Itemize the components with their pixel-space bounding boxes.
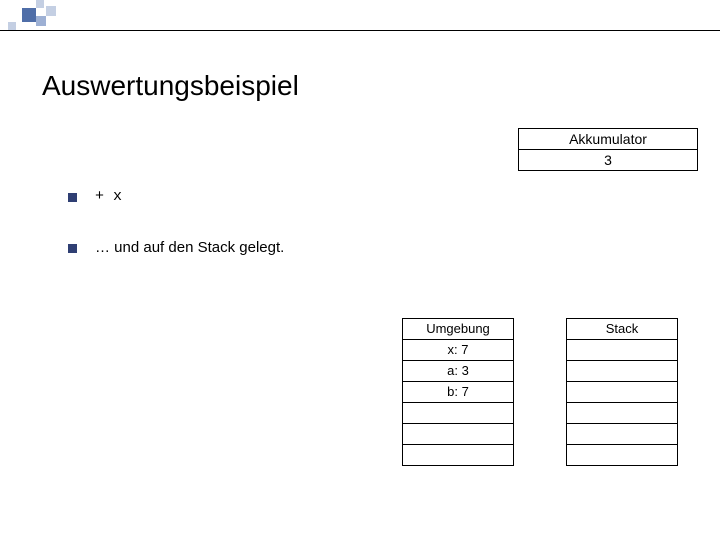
stack-row bbox=[567, 340, 677, 361]
bullet-text: … und auf den Stack gelegt. bbox=[95, 239, 284, 256]
environment-row bbox=[403, 403, 513, 424]
corner-decoration bbox=[0, 0, 150, 40]
bullet-item: + x bbox=[68, 188, 284, 205]
environment-header: Umgebung bbox=[403, 319, 513, 340]
slide: Auswertungsbeispiel Akkumulator 3 + x … … bbox=[0, 0, 720, 540]
accumulator-label: Akkumulator bbox=[519, 129, 697, 150]
stack-row bbox=[567, 382, 677, 403]
stack-box: Stack bbox=[566, 318, 678, 466]
bullet-item: … und auf den Stack gelegt. bbox=[68, 239, 284, 256]
bullet-text: + x bbox=[95, 188, 122, 205]
bullet-square-icon bbox=[68, 244, 77, 253]
environment-row bbox=[403, 424, 513, 445]
stack-row bbox=[567, 403, 677, 424]
environment-row: x: 7 bbox=[403, 340, 513, 361]
accumulator-box: Akkumulator 3 bbox=[518, 128, 698, 171]
stack-row bbox=[567, 361, 677, 382]
environment-box: Umgebung x: 7 a: 3 b: 7 bbox=[402, 318, 514, 466]
horizontal-rule bbox=[0, 30, 720, 31]
bullet-square-icon bbox=[68, 193, 77, 202]
bullet-list: + x … und auf den Stack gelegt. bbox=[68, 188, 284, 290]
environment-row: b: 7 bbox=[403, 382, 513, 403]
environment-row: a: 3 bbox=[403, 361, 513, 382]
slide-title: Auswertungsbeispiel bbox=[42, 70, 299, 102]
stack-header: Stack bbox=[567, 319, 677, 340]
stack-row bbox=[567, 424, 677, 445]
environment-row bbox=[403, 445, 513, 465]
stack-row bbox=[567, 445, 677, 465]
accumulator-value: 3 bbox=[519, 150, 697, 170]
